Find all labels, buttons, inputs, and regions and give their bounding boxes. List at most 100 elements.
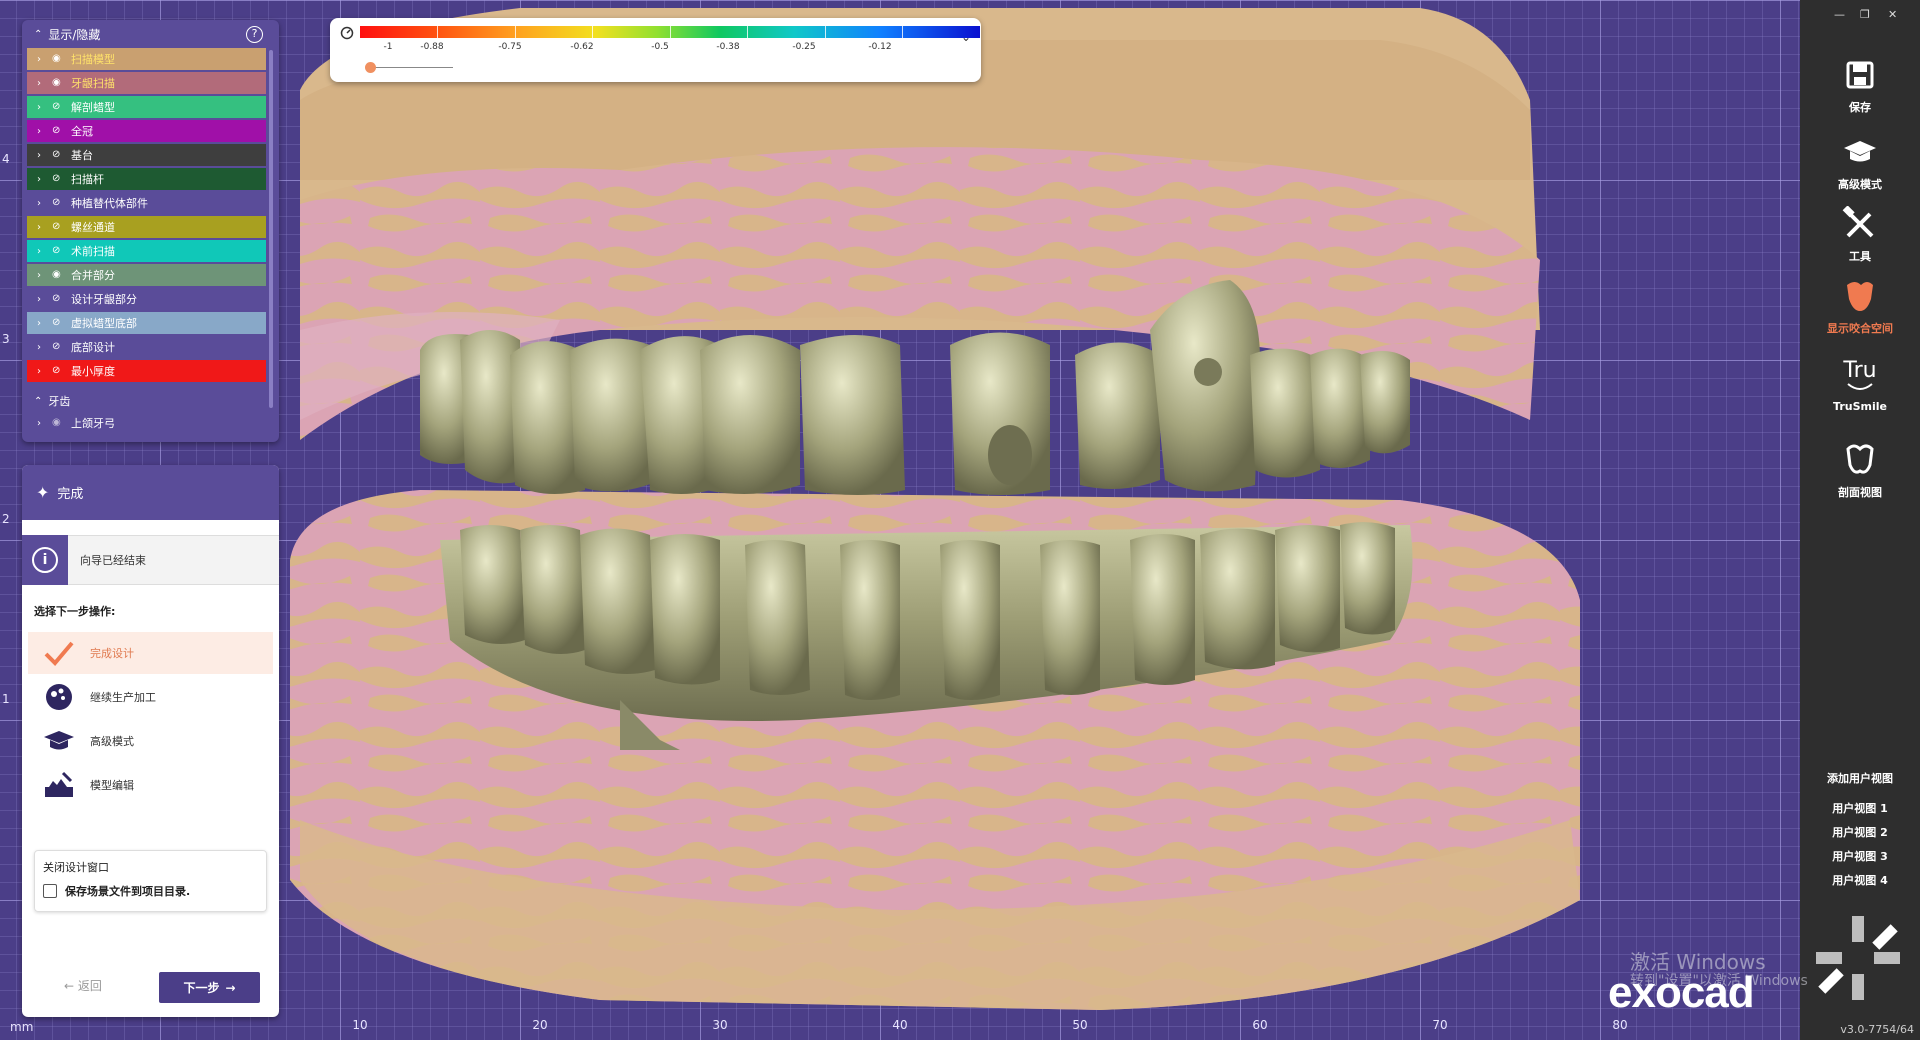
teeth-group-header[interactable]: ⌃ 牙齿 — [22, 390, 279, 412]
chevron-right-icon[interactable]: › — [37, 246, 45, 257]
eye-hidden-icon[interactable]: ◉ — [52, 418, 66, 428]
layer-label: 合并部分 — [71, 269, 115, 282]
eye-icon[interactable]: ◉ — [52, 78, 66, 88]
ruler-unit: mm — [10, 1020, 34, 1034]
scale-tick: -1 — [383, 42, 393, 52]
chevron-right-icon[interactable]: › — [37, 418, 45, 429]
chevron-down-icon[interactable]: ⌄ — [961, 30, 971, 44]
layer-row[interactable]: › ⊘ 虚拟蜡型底部 — [27, 312, 266, 334]
ruler-tick: 70 — [1432, 1018, 1448, 1032]
eye-hidden-icon[interactable]: ⊘ — [52, 318, 66, 328]
color-scale-ticks: -1 -0.88 -0.75 -0.62 -0.5 -0.38 -0.25 -0… — [360, 42, 980, 54]
back-button[interactable]: ← 返回 — [64, 977, 102, 994]
eye-hidden-icon[interactable]: ⊘ — [52, 102, 66, 112]
user-view-2-button[interactable]: 用户视图 2 — [1800, 824, 1920, 840]
next-step-prompt: 选择下一步操作: — [34, 605, 116, 618]
chevron-right-icon[interactable]: › — [37, 174, 45, 185]
layer-label: 基台 — [71, 149, 93, 162]
tool-trusmile[interactable]: Tru TruSmile — [1800, 356, 1920, 414]
layer-row[interactable]: › ◉ 牙龈扫描 — [27, 72, 266, 94]
eye-hidden-icon[interactable]: ⊘ — [52, 294, 66, 304]
tool-section-view[interactable]: 剖面视图 — [1800, 440, 1920, 500]
eye-hidden-icon[interactable]: ⊘ — [52, 150, 66, 160]
chevron-right-icon[interactable]: › — [37, 270, 45, 281]
eye-hidden-icon[interactable]: ⊘ — [52, 222, 66, 232]
chevron-right-icon[interactable]: › — [37, 198, 45, 209]
layer-row[interactable]: › ⊘ 最小厚度 — [27, 360, 266, 382]
tool-tools[interactable]: 工具 — [1800, 204, 1920, 264]
chevron-right-icon[interactable]: › — [37, 342, 45, 353]
layer-row[interactable]: › ⊘ 解剖蜡型 — [27, 96, 266, 118]
eye-hidden-icon[interactable]: ⊘ — [52, 246, 66, 256]
tool-show-occlusion[interactable]: 显示咬合空间 — [1800, 276, 1920, 336]
eye-icon[interactable]: ◉ — [52, 270, 66, 280]
chevron-right-icon[interactable]: › — [37, 102, 45, 113]
save-scene-checkbox[interactable]: 保存场景文件到项目目录. — [43, 883, 258, 899]
layer-label: 虚拟蜡型底部 — [71, 317, 137, 330]
eye-hidden-icon[interactable]: ⊘ — [52, 366, 66, 376]
close-design-title: 关闭设计窗口 — [43, 861, 109, 874]
layer-row[interactable]: › ⊘ 种植替代体部件 — [27, 192, 266, 214]
add-user-view-button[interactable]: 添加用户视图 — [1800, 770, 1920, 786]
eye-hidden-icon[interactable]: ⊘ — [52, 198, 66, 208]
chevron-right-icon[interactable]: › — [37, 78, 45, 89]
chevron-right-icon[interactable]: › — [37, 54, 45, 65]
next-button[interactable]: 下一步 → — [159, 972, 260, 1003]
scale-tick: -0.12 — [868, 42, 892, 52]
chevron-right-icon[interactable]: › — [37, 126, 45, 137]
action-label: 模型编辑 — [90, 779, 134, 792]
ruler-tick: 3 — [2, 332, 10, 346]
eye-hidden-icon[interactable]: ⊘ — [52, 342, 66, 352]
tool-label: 工具 — [1849, 250, 1871, 263]
chevron-right-icon[interactable]: › — [37, 318, 45, 329]
minimize-icon[interactable]: — — [1834, 8, 1845, 21]
action-continue-milling[interactable]: 继续生产加工 — [28, 676, 273, 718]
slider-knob[interactable] — [365, 62, 376, 73]
close-icon[interactable]: ✕ — [1888, 8, 1897, 21]
exocad-x-logo — [1816, 916, 1900, 1000]
gauge-icon[interactable] — [340, 26, 356, 42]
layer-row[interactable]: › ⊘ 扫描杆 — [27, 168, 266, 190]
tools-icon — [1840, 204, 1880, 244]
version-label: v3.0-7754/64 — [1840, 1023, 1914, 1036]
layer-row-upper-arch[interactable]: › ◉ 上颌牙弓 — [27, 412, 266, 434]
tool-save[interactable]: 保存 — [1800, 55, 1920, 115]
magic-wand-icon: ✦ — [36, 483, 50, 502]
show-hide-header[interactable]: ⌃ 显示/隐藏 ? — [22, 20, 279, 48]
chevron-right-icon[interactable]: › — [37, 294, 45, 305]
layer-row[interactable]: › ⊘ 基台 — [27, 144, 266, 166]
user-view-1-button[interactable]: 用户视图 1 — [1800, 800, 1920, 816]
layer-row[interactable]: › ◉ 扫描模型 — [27, 48, 266, 70]
save-icon — [1840, 55, 1880, 95]
layer-row[interactable]: › ⊘ 全冠 — [27, 120, 266, 142]
info-icon: i — [32, 547, 58, 573]
chevron-right-icon[interactable]: › — [37, 366, 45, 377]
scale-tick: -0.25 — [792, 42, 816, 52]
action-finish-design[interactable]: 完成设计 — [28, 632, 273, 674]
chevron-right-icon[interactable]: › — [37, 222, 45, 233]
arrow-left-icon: ← — [64, 979, 75, 993]
tool-expert-mode[interactable]: 高级模式 — [1800, 132, 1920, 192]
chevron-right-icon[interactable]: › — [37, 150, 45, 161]
tru-text: Tru — [1843, 358, 1877, 383]
layer-row[interactable]: › ⊘ 螺丝通道 — [27, 216, 266, 238]
info-text: 向导已经结束 — [80, 554, 146, 567]
restore-icon[interactable]: ❐ — [1860, 8, 1870, 21]
layer-row[interactable]: › ⊘ 底部设计 — [27, 336, 266, 358]
layers-scrollbar[interactable] — [269, 50, 273, 408]
eye-icon[interactable]: ◉ — [52, 54, 66, 64]
eye-hidden-icon[interactable]: ⊘ — [52, 174, 66, 184]
action-expert-mode[interactable]: 高级模式 — [28, 720, 273, 762]
eye-hidden-icon[interactable]: ⊘ — [52, 126, 66, 136]
scale-slider[interactable] — [365, 60, 453, 74]
layer-row[interactable]: › ⊘ 术前扫描 — [27, 240, 266, 262]
user-view-3-button[interactable]: 用户视图 3 — [1800, 848, 1920, 864]
layer-row[interactable]: › ◉ 合并部分 — [27, 264, 266, 286]
help-icon[interactable]: ? — [246, 26, 263, 43]
checkbox-box[interactable] — [43, 884, 57, 898]
layer-row[interactable]: › ⊘ 设计牙龈部分 — [27, 288, 266, 310]
user-view-4-button[interactable]: 用户视图 4 — [1800, 872, 1920, 888]
action-model-edit[interactable]: 模型编辑 — [28, 764, 273, 806]
ruler-tick: 30 — [712, 1018, 728, 1032]
ruler-tick: 1 — [2, 692, 10, 706]
